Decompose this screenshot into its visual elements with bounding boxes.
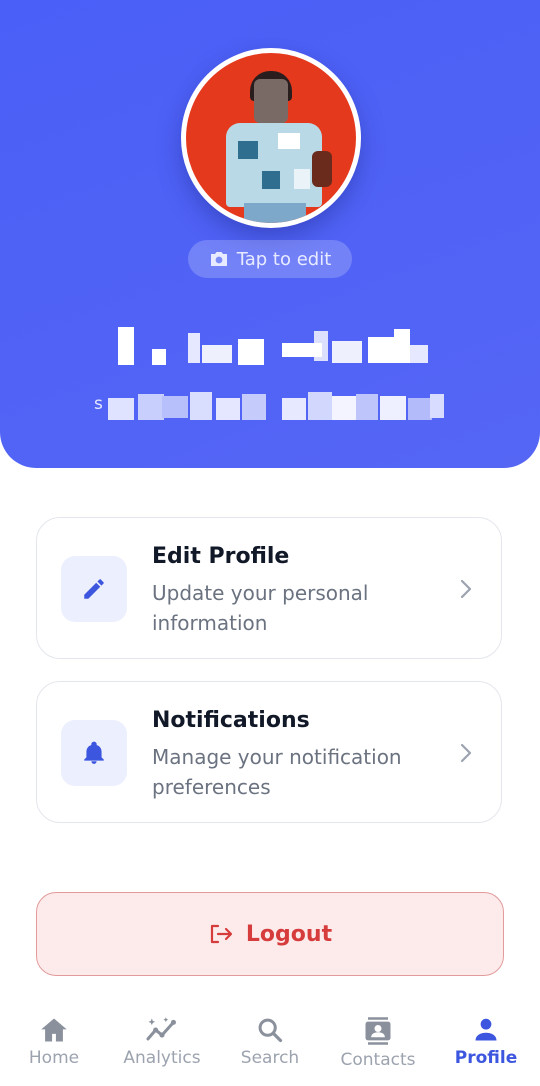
avatar-pattern [262,171,280,189]
avatar-pattern [238,141,258,159]
avatar-photo-face-pixelated [254,79,288,123]
tap-to-edit-label: Tap to edit [236,248,332,270]
avatar-photo-body [226,123,322,207]
edit-profile-icon-container [61,556,127,622]
profile-avatar[interactable] [181,48,361,228]
nav-label: Contacts [340,1050,416,1070]
home-icon [41,1018,67,1042]
nav-item-search[interactable]: Search [216,1016,324,1080]
logout-icon [210,924,233,944]
analytics-icon [146,1017,176,1041]
pencil-icon [84,579,104,599]
avatar-bag [312,151,332,187]
chevron-right-icon [460,579,472,599]
person-icon [475,1018,497,1041]
nav-item-analytics[interactable]: Analytics [108,1016,216,1080]
search-icon [258,1018,283,1043]
contacts-icon [365,1017,391,1045]
camera-icon [210,252,227,266]
nav-label: Home [28,1048,80,1068]
avatar-photo-legs [244,203,306,223]
notifications-icon-container [61,720,127,786]
menu-item-description: Update your personal information [152,581,369,635]
nav-item-home[interactable]: Home [0,1016,108,1080]
nav-label: Analytics [123,1048,201,1068]
menu-item-description: Manage your notification preferences [152,745,402,799]
nav-item-contacts[interactable]: Contacts [324,1016,432,1080]
profile-subtitle-pixelated: s [94,392,444,422]
avatar-pattern [278,133,300,149]
bottom-navigation: Home Analytics Search Contacts Profile [0,1000,540,1086]
profile-header: Tap to edit s [0,0,540,468]
menu-item-notifications[interactable]: Notifications Manage your notification p… [36,681,502,823]
subtitle-first-letter: s [94,394,103,414]
logout-label: Logout [245,921,333,947]
chevron-right-icon [460,743,472,763]
tap-to-edit-button[interactable]: Tap to edit [188,240,352,278]
profile-name-pixelated [118,325,430,367]
nav-label: Search [240,1048,300,1068]
menu-item-title: Edit Profile [152,544,290,569]
bell-icon [84,741,104,764]
menu-item-edit-profile[interactable]: Edit Profile Update your personal inform… [36,517,502,659]
menu-item-title: Notifications [152,708,310,733]
nav-label: Profile [454,1048,518,1068]
avatar-pattern [294,169,310,189]
nav-item-profile[interactable]: Profile [432,1016,540,1080]
logout-button[interactable]: Logout [36,892,504,976]
